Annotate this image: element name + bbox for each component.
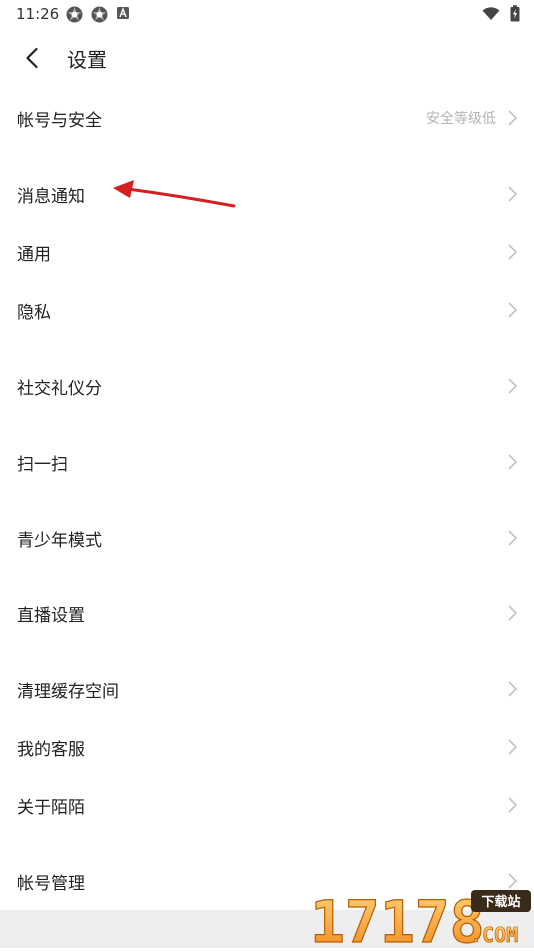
settings-item-label: 我的客服 (17, 739, 85, 760)
sync-icon (66, 6, 83, 23)
settings-item-label: 消息通知 (17, 186, 85, 207)
watermark-suffix: .COM (470, 923, 518, 947)
settings-item-label: 帐号与安全 (17, 110, 102, 131)
chevron-right-icon (508, 378, 518, 394)
chevron-right-icon (508, 605, 518, 621)
settings-item-label: 关于陌陌 (17, 797, 85, 818)
settings-item-label: 直播设置 (17, 605, 85, 626)
watermark-badge: 下载站 (481, 894, 520, 910)
page-title: 设置 (67, 48, 107, 72)
status-notification-icons (66, 6, 130, 23)
settings-item-label: 帐号管理 (17, 873, 85, 894)
settings-item-label: 扫一扫 (17, 454, 68, 475)
status-time: 11:26 (16, 5, 60, 23)
status-bar: 11:26 (0, 0, 534, 30)
settings-item-account-security[interactable]: 帐号与安全 安全等级低 (0, 94, 534, 142)
chevron-right-icon (508, 681, 518, 697)
settings-item-live-settings[interactable]: 直播设置 (0, 589, 534, 637)
settings-item-privacy[interactable]: 隐私 (0, 286, 534, 334)
back-arrow-icon (26, 47, 38, 69)
app-notification-icon (117, 7, 129, 19)
settings-item-label: 隐私 (17, 302, 51, 323)
settings-item-label: 通用 (17, 244, 51, 265)
status-system-icons (482, 5, 520, 22)
settings-item-social-etiquette-score[interactable]: 社交礼仪分 (0, 362, 534, 410)
chevron-right-icon (508, 739, 518, 755)
chevron-right-icon (508, 797, 518, 813)
settings-item-general[interactable]: 通用 (0, 228, 534, 276)
chevron-right-icon (508, 302, 518, 318)
security-level-value: 安全等级低 (426, 111, 496, 127)
chevron-right-icon (508, 110, 518, 126)
sync-icon (91, 6, 108, 23)
settings-item-scan[interactable]: 扫一扫 (0, 438, 534, 486)
chevron-right-icon (508, 244, 518, 260)
settings-item-clear-cache[interactable]: 清理缓存空间 (0, 665, 534, 713)
settings-item-label: 青少年模式 (17, 530, 102, 551)
watermark-number: 17178 (310, 888, 485, 948)
settings-item-notifications[interactable]: 消息通知 (0, 170, 534, 218)
settings-item-about[interactable]: 关于陌陌 (0, 781, 534, 829)
settings-item-teen-mode[interactable]: 青少年模式 (0, 514, 534, 562)
settings-item-label: 清理缓存空间 (17, 681, 119, 702)
battery-charging-icon (510, 5, 520, 22)
chevron-right-icon (508, 186, 518, 202)
watermark-logo: 17178 下载站 .COM (309, 887, 531, 952)
settings-item-customer-service[interactable]: 我的客服 (0, 723, 534, 771)
back-button[interactable] (14, 38, 50, 78)
settings-item-label: 社交礼仪分 (17, 378, 102, 399)
chevron-right-icon (508, 454, 518, 470)
top-bar: 设置 (0, 30, 534, 86)
site-watermark: 17178 下载站 .COM (308, 884, 534, 952)
chevron-right-icon (508, 530, 518, 546)
wifi-icon (482, 6, 500, 20)
